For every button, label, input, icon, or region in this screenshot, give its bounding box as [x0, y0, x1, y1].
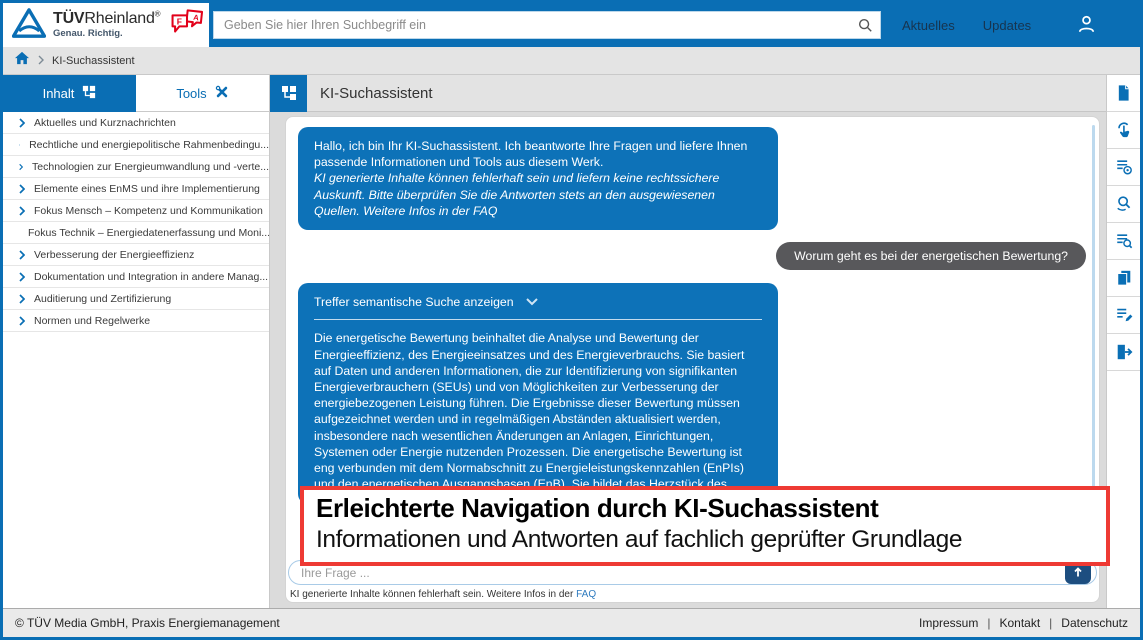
brand-text: TÜVRheinland® Genau. Richtig.	[53, 11, 160, 39]
panel-sitemap-icon[interactable]	[270, 75, 307, 112]
toc-item-dokumentation[interactable]: Dokumentation und Integration in andere …	[3, 266, 269, 288]
footer-links: Impressum | Kontakt | Datenschutz	[919, 616, 1128, 630]
search-icon[interactable]	[850, 12, 880, 38]
app-window: TÜVRheinland® Genau. Richtig. F A	[0, 0, 1143, 640]
brand-tagline: Genau. Richtig.	[53, 29, 160, 39]
chevron-right-icon	[19, 294, 25, 304]
promo-subtitle: Informationen und Antworten auf fachlich…	[316, 526, 1094, 553]
arrow-up-icon	[1072, 566, 1084, 578]
toc-item-normen[interactable]: Normen und Regelwerke	[3, 310, 269, 332]
chevron-right-icon	[19, 140, 20, 150]
top-header: TÜVRheinland® Genau. Richtig. F A	[3, 3, 1140, 47]
toc-item-aktuelles[interactable]: Aktuelles und Kurznachrichten	[3, 112, 269, 134]
brand-logo[interactable]: TÜVRheinland® Genau. Richtig. F A	[3, 3, 209, 47]
search-touch-icon[interactable]	[1107, 186, 1140, 223]
chat-messages: Hallo, ich bin Ihr KI-Suchassistent. Ich…	[286, 117, 1099, 514]
chevron-right-icon	[19, 184, 25, 194]
list-status-icon[interactable]	[1107, 149, 1140, 186]
toc-item-rechtliche[interactable]: Rechtliche und energiepolitische Rahmenb…	[3, 134, 269, 156]
toc-item-verbesserung[interactable]: Verbesserung der Energieeffizienz	[3, 244, 269, 266]
right-toolbar	[1106, 75, 1140, 608]
assistant-answer-bubble: Treffer semantische Suche anzeigen Die e…	[298, 283, 778, 503]
tab-inhalt[interactable]: Inhalt	[3, 75, 136, 112]
chevron-right-icon	[19, 206, 25, 216]
touch-navigation-icon[interactable]	[1107, 112, 1140, 149]
sidebar: Inhalt Tools Aktuelles und Kurznachricht…	[3, 75, 270, 608]
tools-icon	[215, 85, 229, 102]
copy-bookmark-icon[interactable]	[1107, 260, 1140, 297]
ai-disclaimer: KI generierte Inhalte können fehlerhaft …	[290, 589, 596, 600]
toc-item-auditierung[interactable]: Auditierung und Zertifizierung	[3, 288, 269, 310]
chevron-right-icon	[19, 272, 25, 282]
semantic-hits-toggle[interactable]: Treffer semantische Suche anzeigen	[314, 294, 762, 310]
promo-title: Erleichterte Navigation durch KI-Suchass…	[316, 492, 1094, 526]
nav-link-updates[interactable]: Updates	[983, 18, 1031, 33]
faq-link[interactable]: FAQ	[576, 589, 596, 600]
home-icon[interactable]	[14, 51, 30, 70]
svg-text:F: F	[177, 16, 182, 26]
footer: © TÜV Media GmbH, Praxis Energiemanageme…	[3, 608, 1140, 637]
toc-item-elemente[interactable]: Elemente eines EnMS und ihre Implementie…	[3, 178, 269, 200]
global-search-input[interactable]	[214, 18, 850, 32]
assistant-intro-text: Hallo, ich bin Ihr KI-Suchassistent. Ich…	[314, 138, 762, 170]
breadcrumb: KI-Suchassistent	[3, 47, 1140, 75]
tuv-triangle-icon	[12, 8, 46, 43]
list-edit-icon[interactable]	[1107, 297, 1140, 334]
copyright-text: © TÜV Media GmbH, Praxis Energiemanageme…	[15, 616, 280, 630]
footer-link-impressum[interactable]: Impressum	[919, 616, 978, 630]
chevron-down-icon	[526, 294, 538, 310]
nav-link-aktuelles[interactable]: Aktuelles	[902, 18, 955, 33]
assistant-intro-bubble: Hallo, ich bin Ihr KI-Suchassistent. Ich…	[298, 127, 778, 230]
breadcrumb-chevron-icon	[38, 52, 44, 70]
chevron-right-icon	[19, 118, 25, 128]
chevron-right-icon	[19, 162, 23, 172]
global-search	[213, 11, 881, 39]
export-icon[interactable]	[1107, 334, 1140, 371]
user-question-bubble: Worum geht es bei der energetischen Bewe…	[776, 242, 1086, 270]
panel-header: KI-Suchassistent	[270, 75, 1106, 112]
top-nav: Aktuelles Updates	[902, 3, 1031, 47]
toc-item-fokus-mensch[interactable]: Fokus Mensch – Kompetenz und Kommunikati…	[3, 200, 269, 222]
bubble-divider	[314, 319, 762, 320]
footer-link-datenschutz[interactable]: Datenschutz	[1061, 616, 1128, 630]
user-account-icon[interactable]	[1075, 13, 1098, 41]
footer-link-kontakt[interactable]: Kontakt	[999, 616, 1040, 630]
breadcrumb-current: KI-Suchassistent	[52, 55, 135, 67]
table-of-contents: Aktuelles und Kurznachrichten Rechtliche…	[3, 112, 269, 332]
toc-item-technologien[interactable]: Technologien zur Energieumwandlung und -…	[3, 156, 269, 178]
document-icon[interactable]	[1107, 75, 1140, 112]
sidebar-tabs: Inhalt Tools	[3, 75, 269, 112]
list-search-icon[interactable]	[1107, 223, 1140, 260]
faq-bubbles-icon[interactable]: F A	[170, 8, 204, 43]
promo-callout: Erleichterte Navigation durch KI-Suchass…	[300, 486, 1110, 566]
tab-tools[interactable]: Tools	[136, 75, 269, 112]
chevron-right-icon	[19, 316, 25, 326]
assistant-answer-text: Die energetische Bewertung beinhaltet di…	[314, 330, 762, 492]
chevron-right-icon	[19, 250, 25, 260]
toc-item-fokus-technik[interactable]: Fokus Technik – Energiedatenerfassung un…	[3, 222, 269, 244]
assistant-intro-disclaimer: KI generierte Inhalte können fehlerhaft …	[314, 170, 762, 219]
page-title: KI-Suchassistent	[320, 85, 433, 102]
sitemap-icon	[82, 85, 96, 102]
